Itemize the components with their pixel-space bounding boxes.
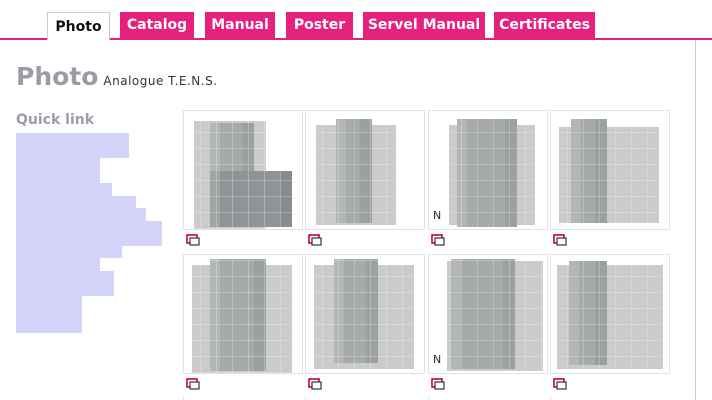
gallery-thumbnail[interactable]: [305, 110, 425, 230]
quick-link-item[interactable]: [16, 320, 82, 333]
product-photo: [334, 259, 378, 363]
quick-link-item[interactable]: [16, 133, 129, 146]
product-photo: [336, 119, 372, 223]
photo-viewer-icon[interactable]: [186, 234, 200, 247]
tab-poster[interactable]: Poster: [286, 12, 353, 38]
tab-certificates[interactable]: Certificates: [494, 12, 595, 38]
page-header: Photo Analogue T.E.N.S.: [16, 62, 218, 91]
quick-link-item[interactable]: [16, 220, 162, 233]
page-title: Photo: [16, 62, 99, 91]
quick-link-item[interactable]: [16, 233, 162, 246]
tab-photo[interactable]: Photo: [47, 12, 110, 40]
quick-link-item[interactable]: [16, 283, 114, 296]
photo-viewer-icon[interactable]: [186, 378, 200, 391]
grid-divider: [550, 396, 551, 400]
text-fragment: N: [433, 353, 442, 366]
quick-link-item[interactable]: [16, 158, 100, 171]
product-photo: [210, 171, 292, 227]
quick-link-item[interactable]: [16, 195, 136, 208]
product-photo: [569, 261, 607, 365]
text-fragment: N: [433, 209, 442, 222]
quick-link-item[interactable]: [16, 270, 114, 283]
grid-divider: [305, 396, 306, 400]
gallery-thumbnail[interactable]: [183, 254, 303, 374]
photo-viewer-icon[interactable]: [553, 234, 567, 247]
photo-gallery: N N: [183, 110, 673, 400]
tab-catalog[interactable]: Catalog: [120, 12, 194, 38]
page-subtitle: Analogue T.E.N.S.: [103, 74, 218, 88]
product-photo: [571, 119, 607, 223]
gallery-thumbnail[interactable]: [305, 254, 425, 374]
photo-viewer-icon[interactable]: [308, 378, 322, 391]
quick-link-item[interactable]: [16, 208, 146, 221]
gallery-thumbnail[interactable]: N: [428, 254, 548, 374]
product-photo: [451, 259, 515, 369]
tab-servel-manual[interactable]: Servel Manual: [363, 12, 485, 38]
tab-manual[interactable]: Manual: [205, 12, 275, 38]
photo-viewer-icon[interactable]: [553, 378, 567, 391]
quick-link-item[interactable]: [16, 145, 129, 158]
gallery-thumbnail[interactable]: [183, 110, 303, 230]
quick-link-title: Quick link: [16, 112, 95, 128]
quick-link-item[interactable]: [16, 170, 100, 183]
quick-link-item[interactable]: [16, 183, 112, 196]
quick-link-item[interactable]: [16, 308, 82, 321]
photo-viewer-icon[interactable]: [431, 378, 445, 391]
grid-divider: [183, 396, 184, 400]
product-photo: [457, 119, 517, 227]
photo-viewer-icon[interactable]: [308, 234, 322, 247]
quick-link-item[interactable]: [16, 258, 100, 271]
gallery-thumbnail[interactable]: [550, 110, 670, 230]
quick-link-list: [16, 133, 166, 333]
gallery-thumbnail[interactable]: [550, 254, 670, 374]
quick-link-item[interactable]: [16, 245, 122, 258]
grid-divider: [428, 396, 429, 400]
tab-bar: Photo Catalog Manual Poster Servel Manua…: [0, 0, 712, 40]
product-photo: [210, 259, 266, 371]
photo-viewer-icon[interactable]: [431, 234, 445, 247]
quick-link-item[interactable]: [16, 295, 82, 308]
gallery-thumbnail[interactable]: N: [428, 110, 548, 230]
